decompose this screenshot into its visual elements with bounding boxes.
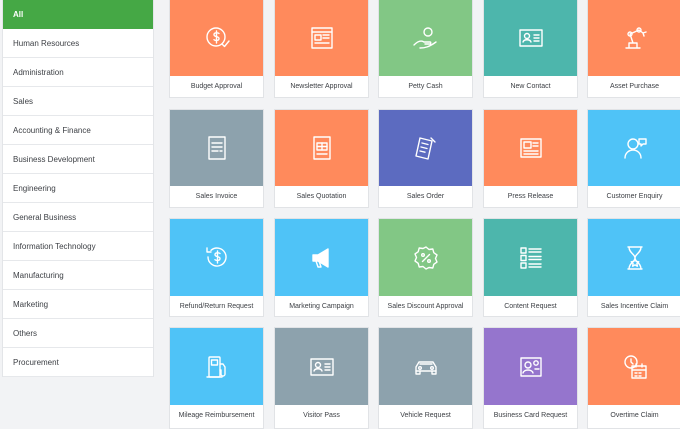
template-sales-discount-approval-tile: [379, 219, 472, 296]
category-all[interactable]: All: [3, 0, 153, 29]
dollar-coin-icon: [202, 23, 232, 53]
template-refund-return-request[interactable]: Refund/Return Request: [169, 218, 264, 317]
newsletter-icon: [307, 23, 337, 53]
category-sales[interactable]: Sales: [3, 87, 153, 116]
template-label: Vehicle Request: [400, 412, 451, 419]
clock-calendar-icon: [620, 352, 650, 382]
template-visitor-pass-tile: [275, 328, 368, 405]
template-label: Marketing Campaign: [289, 303, 354, 310]
template-label: Budget Approval: [190, 83, 243, 90]
template-sales-incentive-claim[interactable]: Sales Incentive Claim: [587, 218, 680, 317]
trophy-star-icon: [620, 243, 650, 273]
template-vehicle-request-tile: [379, 328, 472, 405]
template-label: Press Release: [507, 193, 554, 200]
template-sales-discount-approval[interactable]: Sales Discount Approval: [378, 218, 473, 317]
template-vehicle-request[interactable]: Vehicle Request: [378, 327, 473, 429]
template-content-request[interactable]: Content Request: [483, 218, 578, 317]
order-receipt-icon: [411, 133, 441, 163]
template-business-card-request[interactable]: Business Card Request: [483, 327, 578, 429]
category-others[interactable]: Others: [3, 319, 153, 348]
template-business-card-request-tile: [484, 328, 577, 405]
category-business-development[interactable]: Business Development: [3, 145, 153, 174]
refund-dollar-icon: [202, 243, 232, 273]
template-mileage-reimbursement[interactable]: Mileage Reimbursement: [169, 327, 264, 429]
template-overtime-claim-tile: [588, 328, 680, 405]
quotation-icon: [307, 133, 337, 163]
template-sales-incentive-claim-tile: [588, 219, 680, 296]
category-sidebar: All Human Resources Administration Sales Acc…: [2, 0, 154, 377]
template-visitor-pass[interactable]: Visitor Pass: [274, 327, 369, 429]
contact-card-icon: [516, 23, 546, 53]
template-new-contact-tile: [484, 0, 577, 76]
category-general-business[interactable]: General Business: [3, 203, 153, 232]
invoice-icon: [202, 133, 232, 163]
template-label: Asset Purchase: [609, 83, 660, 90]
template-label: Sales Quotation: [296, 193, 347, 200]
hand-coin-icon: [411, 23, 441, 53]
template-label: Visitor Pass: [303, 412, 340, 419]
category-administration[interactable]: Administration: [3, 58, 153, 87]
template-sales-quotation[interactable]: Sales Quotation: [274, 109, 369, 208]
template-sales-order-tile: [379, 110, 472, 186]
template-petty-cash[interactable]: Petty Cash: [378, 0, 473, 98]
customer-chat-icon: [620, 133, 650, 163]
template-marketing-campaign-tile: [275, 219, 368, 296]
category-information-technology[interactable]: Information Technology: [3, 232, 153, 261]
template-newsletter-approval[interactable]: Newsletter Approval: [274, 0, 369, 98]
template-asset-purchase[interactable]: Asset Purchase: [587, 0, 680, 98]
template-asset-purchase-tile: [588, 0, 680, 76]
id-pass-icon: [307, 352, 337, 382]
template-customer-enquiry[interactable]: Customer Enquiry: [587, 109, 680, 208]
template-press-release[interactable]: Press Release: [483, 109, 578, 208]
template-customer-enquiry-tile: [588, 110, 680, 186]
template-overtime-claim[interactable]: Overtime Claim: [587, 327, 680, 429]
business-card-icon: [516, 352, 546, 382]
template-content-request-tile: [484, 219, 577, 296]
template-label: Customer Enquiry: [606, 193, 663, 200]
template-label: Petty Cash: [408, 83, 443, 90]
category-marketing[interactable]: Marketing: [3, 290, 153, 319]
template-sales-invoice[interactable]: Sales Invoice: [169, 109, 264, 208]
template-sales-order[interactable]: Sales Order: [378, 109, 473, 208]
newspaper-icon: [516, 133, 546, 163]
category-accounting-finance[interactable]: Accounting & Finance: [3, 116, 153, 145]
template-label: Refund/Return Request: [179, 303, 254, 310]
car-icon: [411, 352, 441, 382]
template-label: Content Request: [504, 303, 557, 310]
category-human-resources[interactable]: Human Resources: [3, 29, 153, 58]
template-label: Sales Order: [406, 193, 445, 200]
template-budget-approval[interactable]: Budget Approval: [169, 0, 264, 98]
template-refund-return-request-tile: [170, 219, 263, 296]
template-label: Mileage Reimbursement: [178, 412, 255, 419]
template-mileage-reimbursement-tile: [170, 328, 263, 405]
percent-badge-icon: [411, 243, 441, 273]
template-label: New Contact: [510, 83, 551, 90]
template-newsletter-approval-tile: [275, 0, 368, 76]
template-sales-invoice-tile: [170, 110, 263, 186]
megaphone-icon: [307, 243, 337, 273]
category-engineering[interactable]: Engineering: [3, 174, 153, 203]
template-label: Sales Incentive Claim: [600, 303, 669, 310]
template-press-release-tile: [484, 110, 577, 186]
template-new-contact[interactable]: New Contact: [483, 0, 578, 98]
robot-arm-icon: [620, 23, 650, 53]
category-manufacturing[interactable]: Manufacturing: [3, 261, 153, 290]
template-label: Overtime Claim: [610, 412, 659, 419]
template-sales-quotation-tile: [275, 110, 368, 186]
template-label: Newsletter Approval: [290, 83, 353, 90]
template-petty-cash-tile: [379, 0, 472, 76]
content-list-icon: [516, 243, 546, 273]
fuel-pump-icon: [202, 352, 232, 382]
template-label: Sales Discount Approval: [387, 303, 464, 310]
category-procurement[interactable]: Procurement: [3, 348, 153, 377]
template-label: Business Card Request: [493, 412, 568, 419]
template-label: Sales Invoice: [195, 193, 238, 200]
template-budget-approval-tile: [170, 0, 263, 76]
template-marketing-campaign[interactable]: Marketing Campaign: [274, 218, 369, 317]
